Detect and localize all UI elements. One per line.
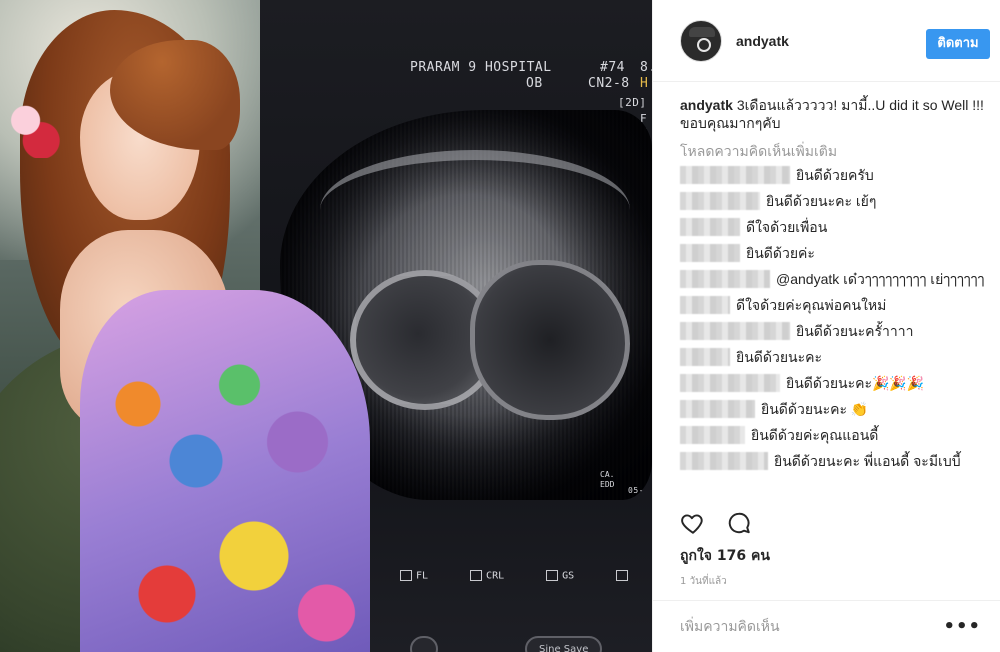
comment-text: ยินดีด้วยนะครั้าาาา — [796, 323, 914, 339]
blurred-username — [680, 400, 755, 418]
monitor-mode: [2D] G — [618, 96, 652, 109]
comment-row: ยินดีด้วยนะคะ พี่แอนดี้ จะมีเบบี้ — [680, 452, 990, 472]
post-actions — [680, 510, 752, 536]
post-header: andyatk ติดตาม — [653, 0, 1000, 82]
blurred-username — [680, 218, 740, 236]
more-options-icon[interactable]: ••• — [943, 616, 981, 637]
comment-row: @andyatk เด๋วๅๅๅๅๅๅๅๅๅ เย่ๅๅๅๅๅๅ — [680, 270, 990, 290]
comment-text: ดีใจด้วยค่ะคุณพ่อคนใหม่ — [736, 297, 887, 313]
comment-row: ดีใจด้วยเพื่อน — [680, 218, 990, 238]
monitor-button-2: Sine Save — [525, 636, 603, 652]
comment-text: ยินดีด้วยนะคะ เย้ๆ — [766, 193, 877, 209]
comment-text: ดีใจด้วยเพื่อน — [746, 219, 828, 235]
woman-dress — [80, 290, 370, 652]
load-more-comments[interactable]: โหลดความคิดเห็นเพิ่มเติม — [680, 142, 990, 160]
comment-text: ยินดีด้วยนะคะ — [736, 349, 822, 365]
comment-text: ยินดีด้วยนะคะ🎉🎉🎉 — [786, 375, 925, 391]
add-comment-bar: เพิ่มความคิดเห็น ••• — [653, 600, 1000, 652]
comment-text: @andyatk เด๋วๅๅๅๅๅๅๅๅๅ เย่ๅๅๅๅๅๅ — [776, 271, 985, 287]
comment-row: ยินดีด้วยนะคะ เย้ๆ — [680, 192, 990, 212]
blurred-username — [680, 322, 790, 340]
blurred-username — [680, 192, 760, 210]
comment-row: ยินดีด้วยนะคะ — [680, 348, 990, 368]
monitor-frame: #74 — [600, 60, 625, 75]
key-u — [616, 570, 632, 582]
comment-text: ยินดีด้วยครับ — [796, 167, 874, 183]
comment-row: ยินดีด้วยครับ — [680, 166, 990, 186]
comment-icon[interactable] — [726, 510, 752, 536]
comment-row: ยินดีด้วยนะคะ🎉🎉🎉 — [680, 374, 990, 394]
monitor-hospital: PRARAM 9 HOSPITAL — [410, 60, 552, 75]
woman — [0, 0, 380, 652]
blurred-username — [680, 244, 740, 262]
comment-text: ยินดีด้วยค่ะคุณแอนดี้ — [751, 427, 879, 443]
add-comment-input[interactable]: เพิ่มความคิดเห็น — [680, 616, 780, 638]
comment-text: ยินดีด้วยนะคะ พี่แอนดี้ จะมีเบบี้ — [774, 453, 961, 469]
post-timestamp[interactable]: 1 วันที่แล้ว — [680, 574, 727, 589]
blurred-username — [680, 166, 790, 184]
ultrasound-side-info: CA. EDD — [600, 470, 615, 489]
comment-row: ยินดีด้วยนะคะ 👏 — [680, 400, 990, 420]
ultrasound-key-row: FL CRL GS — [400, 570, 632, 582]
blurred-username — [680, 452, 768, 470]
comment-row: ยินดีด้วยค่ะคุณแอนดี้ — [680, 426, 990, 446]
comment-row: ดีใจด้วยค่ะคุณพ่อคนใหม่ — [680, 296, 990, 316]
follow-button[interactable]: ติดตาม — [926, 29, 990, 59]
comment-text: ยินดีด้วยนะคะ 👏 — [761, 401, 869, 417]
blurred-username — [680, 296, 730, 314]
comment-list: andyatk 3เดือนแล้ววววว! มามี้..U did it … — [680, 96, 990, 478]
comment-text: ยินดีด้วยค่ะ — [746, 245, 815, 261]
caption: andyatk 3เดือนแล้ววววว! มามี้..U did it … — [680, 96, 990, 132]
post-sidebar: andyatk ติดตาม andyatk 3เดือนแล้ววววว! ม… — [652, 0, 1000, 652]
monitor-probe-code: H — [640, 76, 649, 91]
monitor-frame2: 8. — [640, 60, 652, 75]
blurred-username — [680, 426, 745, 444]
blurred-username — [680, 374, 780, 392]
comment-row: ยินดีด้วยค่ะ — [680, 244, 990, 264]
monitor-side-value: 05- — [628, 486, 644, 495]
monitor-dept: OB — [526, 76, 543, 91]
key-crl: CRL — [470, 570, 504, 582]
key-gs: GS — [546, 570, 574, 582]
caption-username[interactable]: andyatk — [680, 97, 733, 113]
like-count[interactable]: ถูกใจ 176 คน — [680, 545, 770, 567]
monitor-probe: CN2-8 — [588, 76, 630, 91]
key-fl: FL — [400, 570, 428, 582]
hair-flower — [10, 100, 62, 158]
blurred-username — [680, 270, 770, 288]
avatar[interactable] — [680, 19, 722, 62]
username[interactable]: andyatk — [736, 33, 789, 49]
post-photo[interactable]: PRARAM 9 HOSPITAL OB #74 8. CN2-8 H [2D]… — [0, 0, 652, 652]
blurred-username — [680, 348, 730, 366]
heart-icon[interactable] — [680, 510, 706, 536]
comment-row: ยินดีด้วยนะครั้าาาา — [680, 322, 990, 342]
